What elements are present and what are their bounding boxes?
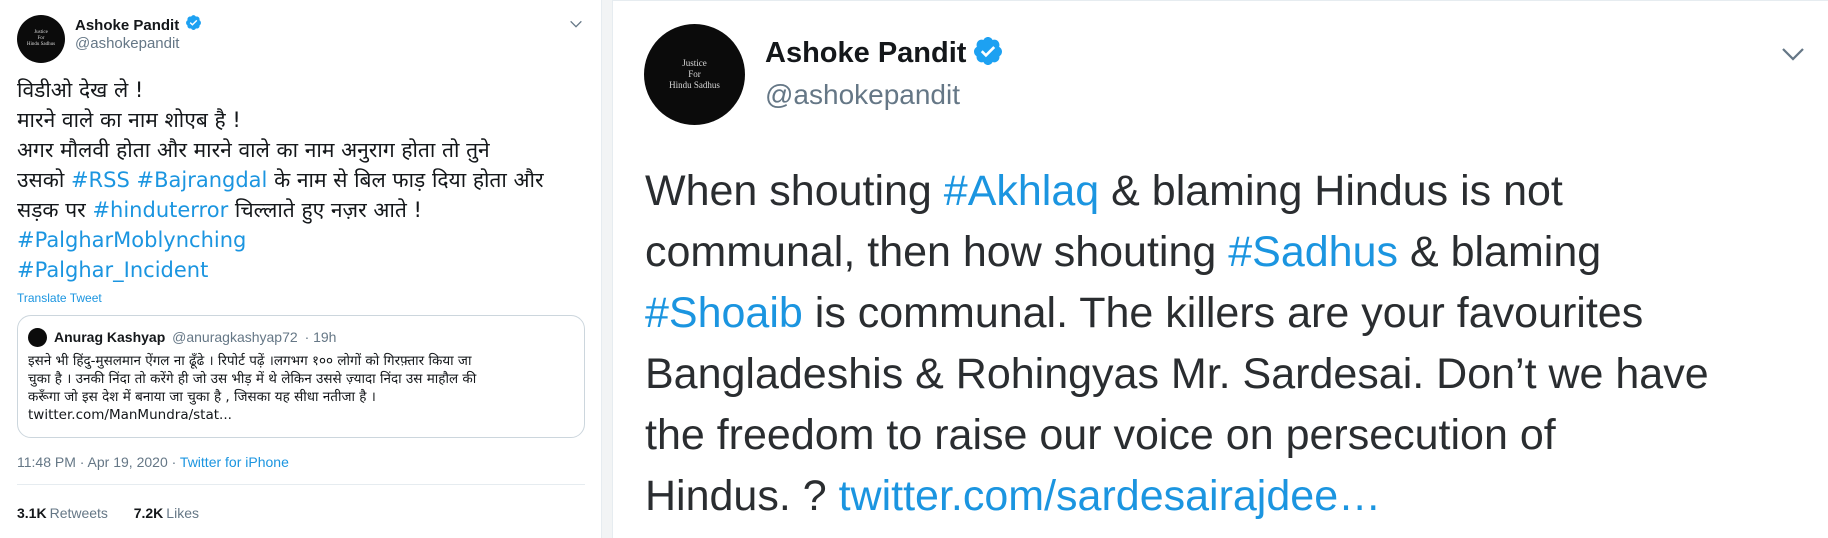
- retweets-label: Retweets: [49, 505, 108, 521]
- tweet-text-line: When shouting #Akhlaq & blaming Hindus i…: [645, 161, 1709, 222]
- url-link[interactable]: twitter.com/sardesairajdee…: [839, 472, 1382, 520]
- quoted-body-line: इसने भी हिंदु-मुसलमान ऐंगल ना ढूँढे । रि…: [28, 353, 472, 369]
- tweet-text-line: communal, then how shouting #Sadhus & bl…: [645, 222, 1709, 283]
- tweet-timestamp[interactable]: 11:48 PM · Apr 19, 2020 ·: [17, 454, 180, 470]
- divider: [17, 484, 585, 485]
- tweet-text-line: the freedom to raise our voice on persec…: [645, 405, 1709, 466]
- tweet-text-line: सड़क पर #hinduterror चिल्लाते हुए नज़र आ…: [17, 195, 544, 225]
- right-tweet-card: Justice For Hindu Sadhus Ashoke Pandit @…: [612, 0, 1828, 538]
- quoted-tweet[interactable]: Anurag Kashyap @anuragkashyap72 · 19h इस…: [17, 315, 585, 438]
- quoted-link[interactable]: twitter.com/ManMundra/stat...: [28, 406, 476, 424]
- tweet-text-line: Bangladeshis & Rohingyas Mr. Sardesai. D…: [645, 344, 1709, 405]
- quoted-tweet-header: Anurag Kashyap @anuragkashyap72 · 19h: [54, 329, 336, 345]
- tweet-text-line: Hindus. ? twitter.com/sardesairajdee…: [645, 466, 1709, 527]
- text-segment: चिल्लाते हुए नज़र आते !: [228, 198, 422, 222]
- text-segment: Bangladeshis & Rohingyas Mr. Sardesai. D…: [645, 350, 1709, 398]
- author-name-row: Ashoke Pandit: [75, 14, 202, 36]
- likes-label: Likes: [166, 505, 199, 521]
- panel-divider: [602, 0, 612, 538]
- quoted-tweet-body: इसने भी हिंदु-मुसलमान ऐंगल ना ढूँढे । रि…: [28, 352, 476, 424]
- likes-count: 7.2K: [133, 505, 164, 521]
- avatar-text: Hindu Sadhus: [26, 42, 56, 48]
- tweet-source-link[interactable]: Twitter for iPhone: [180, 454, 289, 470]
- tweet-text-line: उसको #RSS #Bajrangdal के नाम से बिल फाड़…: [17, 165, 544, 195]
- quoted-avatar: [28, 328, 47, 347]
- text-segment: Hindus. ?: [645, 472, 839, 520]
- verified-badge-icon: [972, 35, 1004, 72]
- text-segment: & blaming: [1398, 228, 1602, 276]
- tweet-text-line: #Shoaib is communal. The killers are you…: [645, 283, 1709, 344]
- quoted-author-handle: @anuragkashyap72: [172, 329, 298, 345]
- quoted-author-name: Anurag Kashyap: [54, 329, 166, 345]
- author-name-row: Ashoke Pandit: [765, 35, 1004, 72]
- tweet-text: विडीओ देख ले ! मारने वाले का नाम शोएब है …: [17, 75, 544, 285]
- translate-tweet-link[interactable]: Translate Tweet: [17, 291, 102, 305]
- retweets-count: 3.1K: [17, 505, 47, 521]
- tweet-text-line: अगर मौलवी होता और मारने वाले का नाम अनुर…: [17, 135, 544, 165]
- text-segment: मारने वाले का नाम शोएब है !: [17, 108, 241, 132]
- avatar-text: For: [688, 68, 701, 79]
- avatar[interactable]: Justice For Hindu Sadhus: [644, 24, 745, 125]
- hashtag-link[interactable]: #hinduterror: [92, 198, 228, 222]
- text-segment: & blaming Hindus is not: [1099, 167, 1563, 215]
- left-tweet-card: Justice For Hindu Sadhus Ashoke Pandit @…: [0, 0, 602, 538]
- avatar-text: Justice: [682, 57, 707, 68]
- text-segment: communal, then how shouting: [645, 228, 1229, 276]
- hashtag-link[interactable]: #Shoaib: [645, 289, 803, 337]
- quoted-body-line: चुका है । उनकी निंदा तो करेंगे ही जो उस …: [28, 371, 477, 387]
- author-handle[interactable]: @ashokepandit: [765, 79, 960, 111]
- text-segment: उसको: [17, 168, 71, 192]
- retweets-stat[interactable]: 3.1K Retweets: [17, 505, 108, 521]
- chevron-down-icon[interactable]: [568, 16, 584, 37]
- text-segment: के नाम से बिल फाड़ दिया होता और: [267, 168, 544, 192]
- quoted-time: · 19h: [304, 329, 337, 345]
- text-segment: अगर मौलवी होता और मारने वाले का नाम अनुर…: [17, 138, 490, 162]
- author-handle[interactable]: @ashokepandit: [75, 35, 179, 52]
- tweet-stats: 3.1K Retweets 7.2K Likes: [17, 505, 199, 521]
- text-segment: is communal. The killers are your favour…: [802, 289, 1644, 337]
- chevron-down-icon[interactable]: [1778, 39, 1808, 74]
- author-display-name[interactable]: Ashoke Pandit: [75, 17, 179, 34]
- text-segment: When shouting: [645, 167, 944, 215]
- tweet-text: When shouting #Akhlaq & blaming Hindus i…: [645, 161, 1709, 527]
- tweet-text-line: मारने वाले का नाम शोएब है !: [17, 105, 544, 135]
- text-segment: the freedom to raise our voice on persec…: [645, 411, 1556, 459]
- quoted-body-line: करूँगा जो इस देश में बनाया जा चुका है , …: [28, 389, 376, 405]
- tweet-text-line: #PalgharMoblynching: [17, 225, 544, 255]
- text-segment: [130, 168, 137, 192]
- text-segment: विडीओ देख ले !: [17, 78, 144, 102]
- author-display-name[interactable]: Ashoke Pandit: [765, 37, 966, 70]
- hashtag-link[interactable]: #Sadhus: [1228, 228, 1398, 276]
- hashtag-link[interactable]: #PalgharMoblynching: [17, 228, 246, 252]
- tweet-text-line: विडीओ देख ले !: [17, 75, 544, 105]
- avatar[interactable]: Justice For Hindu Sadhus: [17, 15, 65, 63]
- hashtag-link[interactable]: #RSS: [71, 168, 130, 192]
- hashtag-link[interactable]: #Akhlaq: [944, 167, 1099, 215]
- tweet-meta: 11:48 PM · Apr 19, 2020 · Twitter for iP…: [17, 454, 289, 470]
- text-segment: सड़क पर: [17, 198, 93, 222]
- tweet-text-line: #Palghar_Incident: [17, 255, 544, 285]
- hashtag-link[interactable]: #Bajrangdal: [137, 168, 268, 192]
- likes-stat[interactable]: 7.2K Likes: [134, 505, 199, 521]
- hashtag-link[interactable]: #Palghar_Incident: [17, 258, 208, 282]
- avatar-text: Hindu Sadhus: [669, 80, 720, 91]
- verified-badge-icon: [185, 14, 202, 36]
